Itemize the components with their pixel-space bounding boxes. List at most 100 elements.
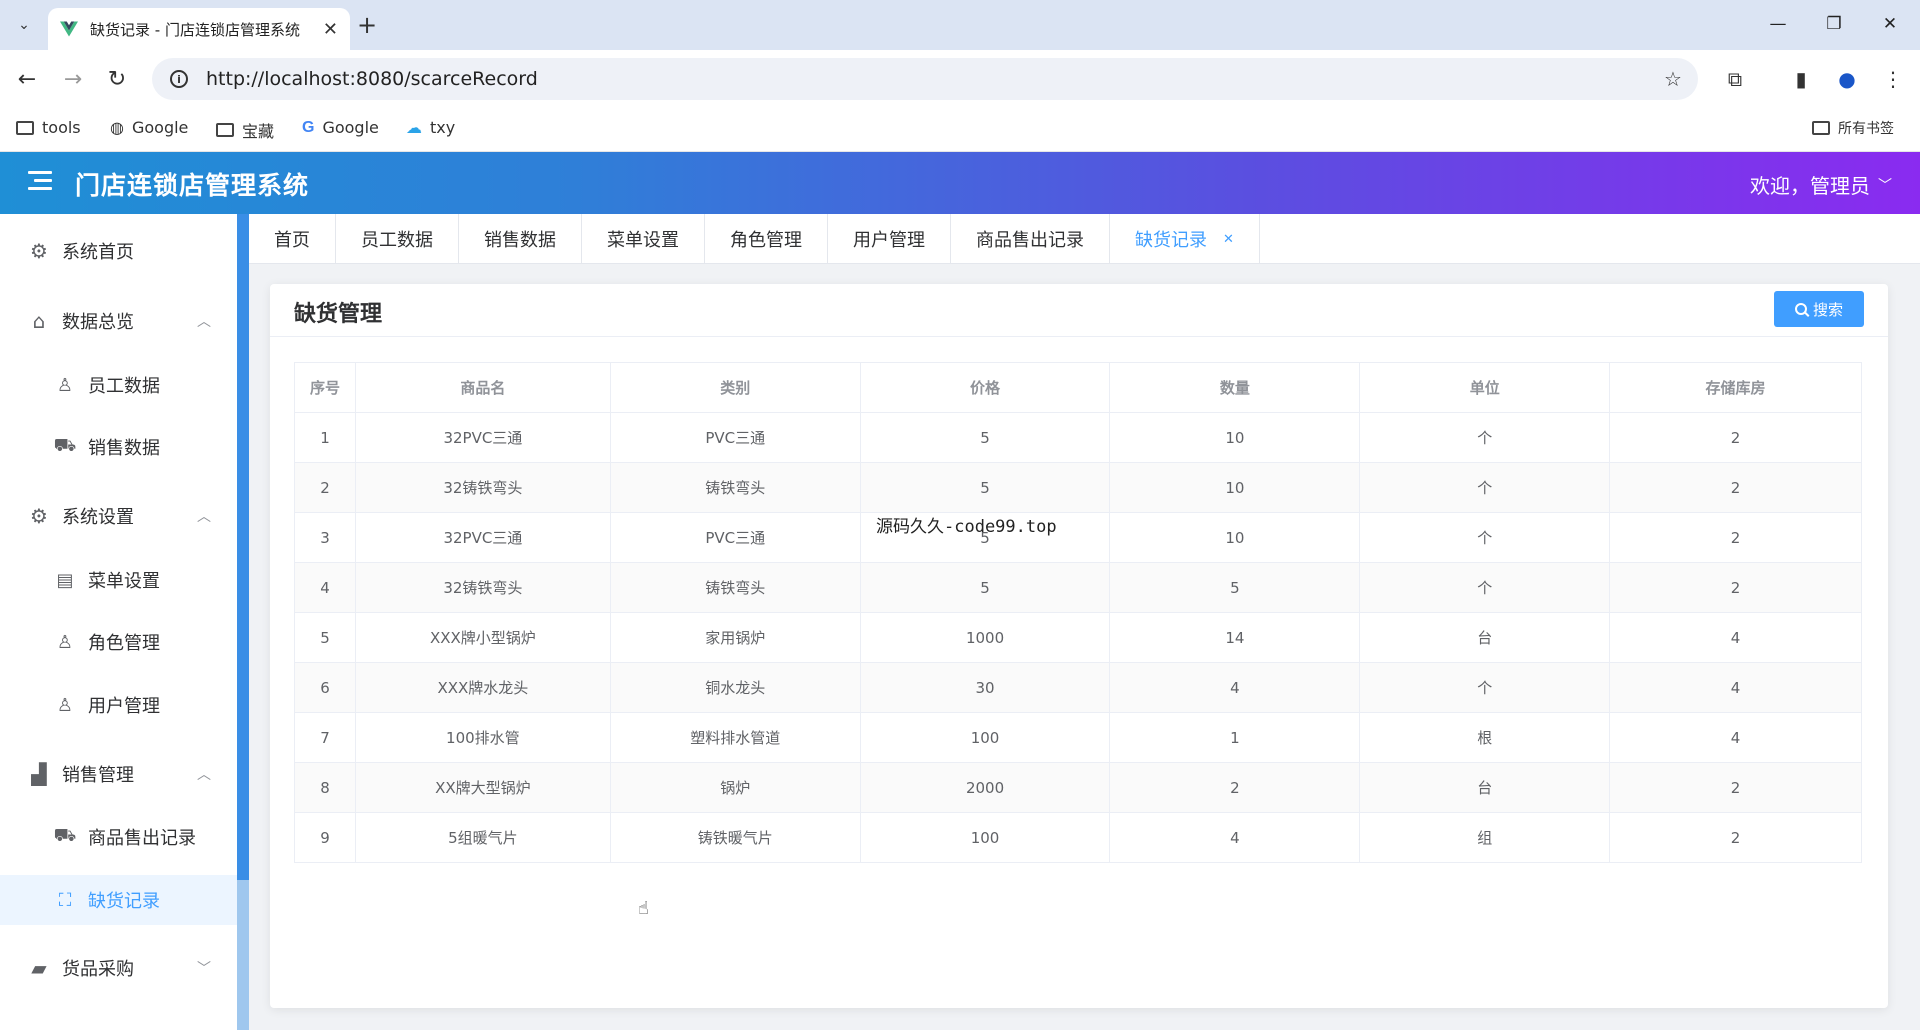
menu-toggle-icon[interactable] bbox=[28, 171, 52, 191]
table-cell: XXX牌小型锅炉 bbox=[354, 612, 611, 663]
sidebar-item-sold-records[interactable]: ⛟ 商品售出记录 bbox=[0, 812, 237, 862]
close-icon[interactable]: ✕ bbox=[1223, 232, 1234, 247]
table-cell: 32铸铁弯头 bbox=[354, 462, 611, 513]
restore-button[interactable]: ❐ bbox=[1814, 8, 1854, 40]
table-cell: 个 bbox=[1359, 512, 1611, 563]
chevron-up-icon: ︿ bbox=[197, 314, 211, 330]
sidebar-group-purchase[interactable]: ▰ 货品采购 ﹀ bbox=[0, 943, 237, 993]
table-cell: 1 bbox=[1109, 712, 1361, 763]
tag-home[interactable]: 首页 bbox=[249, 214, 336, 264]
column-header[interactable]: 序号 bbox=[294, 362, 356, 413]
google-icon: G bbox=[302, 118, 315, 136]
table-row[interactable]: 6 XXX牌水龙头 铜水龙头 30 4 个 4 bbox=[294, 662, 1862, 713]
site-info-icon[interactable]: i bbox=[170, 70, 188, 88]
table-row[interactable]: 8 XX牌大型锅炉 锅炉 2000 2 台 2 bbox=[294, 762, 1862, 813]
reload-icon[interactable]: ↻ bbox=[100, 62, 134, 96]
table-cell: 4 bbox=[294, 562, 356, 613]
table-cell: XXX牌水龙头 bbox=[354, 662, 611, 713]
user-icon: ♙ bbox=[56, 694, 74, 716]
tag-sold-records[interactable]: 商品售出记录 bbox=[951, 214, 1110, 264]
table-row[interactable]: 2 32铸铁弯头 铸铁弯头 5 10 个 2 bbox=[294, 462, 1862, 513]
sidepanel-icon[interactable]: ▮ bbox=[1786, 64, 1816, 94]
sidebar: ⚙ 系统首页 ⌂ 数据总览 ︿ ♙ 员工数据 ⛟ 销售数据 ⚙ 系统设置 ︿ ▤… bbox=[0, 214, 237, 1030]
table-cell: 4 bbox=[1609, 662, 1862, 713]
gear-icon: ⚙ bbox=[30, 239, 48, 263]
table-row[interactable]: 5 XXX牌小型锅炉 家用锅炉 1000 14 台 4 bbox=[294, 612, 1862, 663]
bookmark-txy[interactable]: ☁ txy bbox=[406, 118, 455, 137]
sidebar-group-overview[interactable]: ⌂ 数据总览 ︿ bbox=[0, 296, 237, 346]
table-cell: 个 bbox=[1359, 562, 1611, 613]
table-cell: 10 bbox=[1109, 462, 1361, 513]
table-cell: 1000 bbox=[859, 612, 1111, 663]
user-dropdown[interactable]: 欢迎，管理员 ﹀ bbox=[1750, 170, 1892, 199]
bookmark-tools[interactable]: tools bbox=[16, 118, 81, 137]
table-cell: 10 bbox=[1109, 412, 1361, 463]
tag-menu-settings[interactable]: 菜单设置 bbox=[582, 214, 705, 264]
gear-icon: ⚙ bbox=[30, 504, 48, 528]
table-row[interactable]: 7 100排水管 塑料排水管道 100 1 根 4 bbox=[294, 712, 1862, 763]
tag-staff-data[interactable]: 员工数据 bbox=[336, 214, 459, 264]
table-cell: 10 bbox=[1109, 512, 1361, 563]
sidebar-group-settings[interactable]: ⚙ 系统设置 ︿ bbox=[0, 491, 237, 541]
table-row[interactable]: 4 32铸铁弯头 铸铁弯头 5 5 个 2 bbox=[294, 562, 1862, 613]
tag-shortage-records[interactable]: 缺货记录 ✕ bbox=[1110, 214, 1260, 264]
column-header[interactable]: 数量 bbox=[1109, 362, 1361, 413]
table-cell: 2 bbox=[1609, 812, 1862, 863]
tag-sales-data[interactable]: 销售数据 bbox=[459, 214, 582, 264]
extensions-icon[interactable]: ⧉ bbox=[1720, 64, 1750, 94]
forward-icon[interactable]: → bbox=[56, 62, 90, 96]
new-tab-button[interactable]: + bbox=[352, 10, 382, 40]
more-menu-icon[interactable]: ⋮ bbox=[1878, 64, 1908, 94]
browser-tab[interactable]: 缺货记录 - 门店连锁店管理系统 ✕ bbox=[48, 8, 350, 50]
table-row[interactable]: 3 32PVC三通 PVC三通 5 10 个 2 bbox=[294, 512, 1862, 563]
table-cell: 2 bbox=[1109, 762, 1361, 813]
column-header[interactable]: 价格 bbox=[859, 362, 1111, 413]
main-content: 首页 员工数据 销售数据 菜单设置 角色管理 用户管理 商品售出记录 缺货记录 … bbox=[249, 214, 1920, 1030]
sidebar-item-shortage-records[interactable]: ⛶ 缺货记录 bbox=[0, 875, 237, 925]
folder-icon bbox=[216, 123, 234, 137]
address-bar[interactable]: i http://localhost:8080/scarceRecord bbox=[152, 58, 1698, 100]
bookmark-baozang[interactable]: 宝藏 bbox=[216, 118, 274, 142]
folder-icon bbox=[16, 120, 34, 135]
close-window-button[interactable]: ✕ bbox=[1870, 8, 1910, 40]
bookmark-google[interactable]: ◍ Google bbox=[110, 118, 188, 137]
tab-search-chevron-icon[interactable]: ⌄ bbox=[10, 12, 38, 38]
column-header[interactable]: 存储库房 bbox=[1609, 362, 1862, 413]
table-cell: PVC三通 bbox=[609, 412, 861, 463]
bookmarks-bar: tools ◍ Google 宝藏 G Google ☁ txy 所有书签 bbox=[0, 108, 1920, 152]
sidebar-item-staff-data[interactable]: ♙ 员工数据 bbox=[0, 360, 237, 410]
minimize-button[interactable]: — bbox=[1758, 8, 1798, 40]
table-cell: 塑料排水管道 bbox=[609, 712, 861, 763]
chevron-down-icon: ﹀ bbox=[1878, 177, 1892, 194]
browser-tab-strip: ⌄ 缺货记录 - 门店连锁店管理系统 ✕ + — ❐ ✕ bbox=[0, 0, 1920, 50]
bookmark-star-icon[interactable]: ☆ bbox=[1658, 64, 1688, 94]
tag-role-management[interactable]: 角色管理 bbox=[705, 214, 828, 264]
sidebar-item-menu-settings[interactable]: ▤ 菜单设置 bbox=[0, 555, 237, 605]
table-cell: 100 bbox=[859, 712, 1111, 763]
bag-icon: ⛶ bbox=[58, 889, 72, 911]
sidebar-item-role-management[interactable]: ♙ 角色管理 bbox=[0, 617, 237, 667]
table-row[interactable]: 1 32PVC三通 PVC三通 5 10 个 2 bbox=[294, 412, 1862, 463]
column-header[interactable]: 单位 bbox=[1359, 362, 1611, 413]
sidebar-item-sales-data[interactable]: ⛟ 销售数据 bbox=[0, 422, 237, 472]
profile-icon[interactable]: ● bbox=[1832, 64, 1862, 94]
table-header-row: 序号 商品名 类别 价格 数量 单位 存储库房 bbox=[294, 362, 1862, 413]
all-bookmarks[interactable]: 所有书签 bbox=[1812, 118, 1894, 138]
url-text[interactable]: http://localhost:8080/scarceRecord bbox=[206, 68, 538, 90]
table-cell: 100 bbox=[859, 812, 1111, 863]
column-header[interactable]: 类别 bbox=[609, 362, 861, 413]
sidebar-item-user-management[interactable]: ♙ 用户管理 bbox=[0, 680, 237, 730]
tag-user-management[interactable]: 用户管理 bbox=[828, 214, 951, 264]
bookmark-google-2[interactable]: G Google bbox=[302, 118, 379, 137]
sidebar-scrollbar[interactable] bbox=[237, 214, 249, 880]
table-cell: 组 bbox=[1359, 812, 1611, 863]
back-icon[interactable]: ← bbox=[10, 62, 44, 96]
sidebar-item-home[interactable]: ⚙ 系统首页 bbox=[0, 226, 237, 276]
table-cell: 台 bbox=[1359, 612, 1611, 663]
sidebar-group-sales[interactable]: ▟ 销售管理 ︿ bbox=[0, 749, 237, 799]
card-header: 缺货管理 搜索 bbox=[270, 284, 1888, 337]
column-header[interactable]: 商品名 bbox=[354, 362, 611, 413]
search-button[interactable]: 搜索 bbox=[1774, 291, 1864, 327]
close-tab-icon[interactable]: ✕ bbox=[323, 19, 338, 40]
table-row[interactable]: 9 5组暖气片 铸铁暖气片 100 4 组 2 bbox=[294, 812, 1862, 863]
